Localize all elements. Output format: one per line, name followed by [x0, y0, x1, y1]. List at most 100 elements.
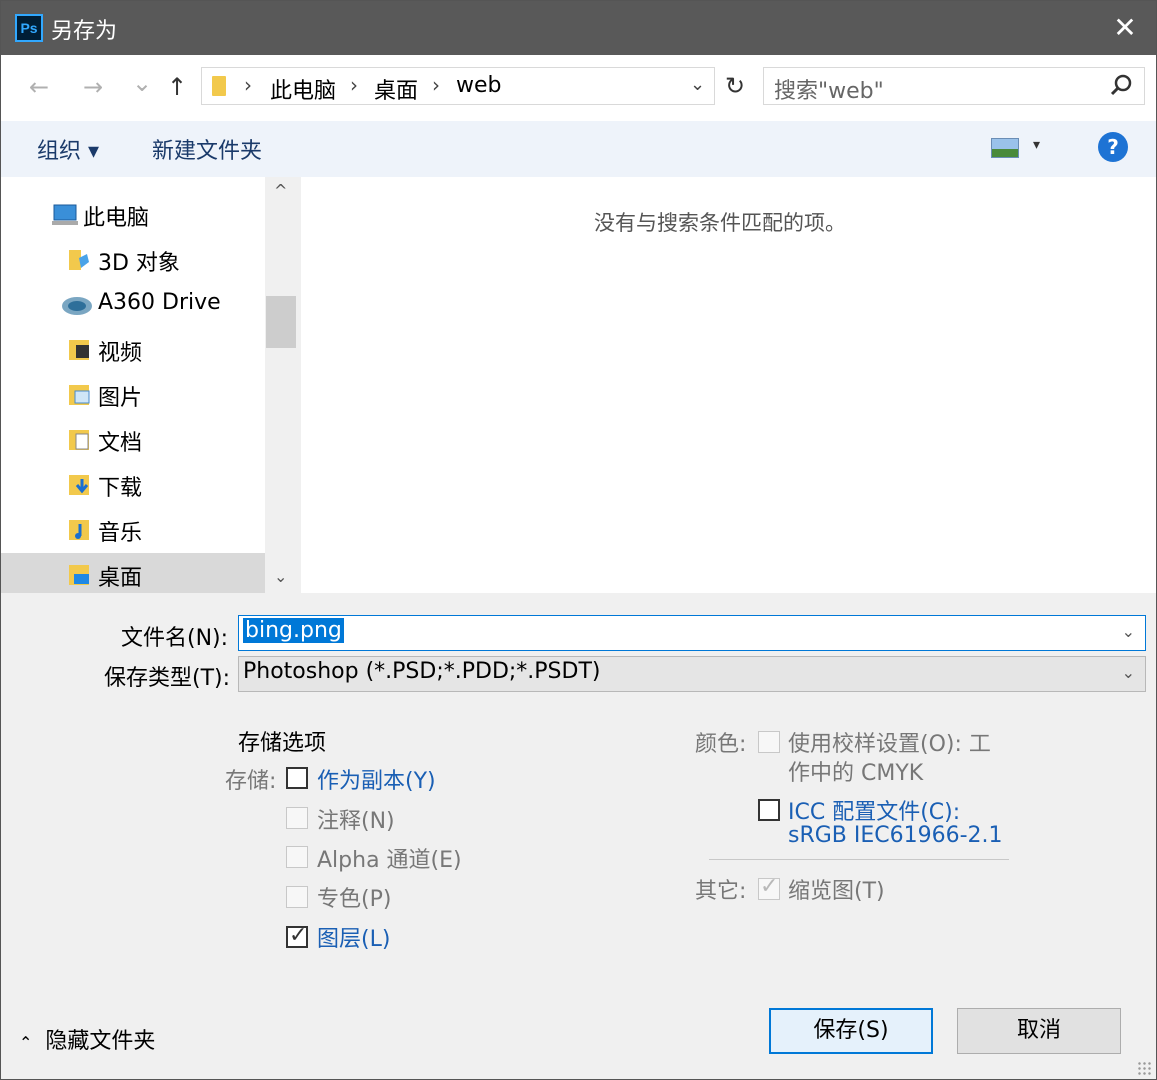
breadcrumb-this-pc[interactable]: 此电脑	[270, 73, 336, 105]
thumbnail-checkbox	[758, 874, 780, 900]
pictures-icon	[69, 385, 90, 405]
scrollbar-thumb[interactable]	[266, 296, 296, 348]
as-copy-checkbox[interactable]	[286, 767, 308, 789]
chevron-down-icon[interactable]: ⌄	[1122, 663, 1135, 682]
filename-input[interactable]: bing.png	[243, 618, 344, 643]
search-box[interactable]: 搜索"web"	[763, 67, 1145, 105]
options-divider	[709, 859, 1009, 860]
scroll-down-icon[interactable]: ⌄	[274, 567, 287, 586]
title-bar: Ps 另存为 ✕	[1, 1, 1156, 55]
tree-item-music[interactable]: 音乐	[1, 508, 265, 552]
tree-item-label: 文档	[98, 431, 143, 456]
back-arrow-icon[interactable]: ←	[29, 73, 49, 101]
resize-grip-icon[interactable]	[1137, 1061, 1153, 1077]
refresh-icon[interactable]: ↻	[716, 67, 754, 105]
layers-label[interactable]: 图层(L)	[317, 921, 390, 953]
alpha-channels-label: Alpha 通道(E)	[317, 848, 462, 873]
tree-item-pictures[interactable]: 图片	[1, 373, 265, 417]
help-icon[interactable]: ?	[1098, 132, 1128, 162]
tree-item-label: A360 Drive	[98, 290, 221, 315]
navigation-pane-scrollbar[interactable]: ^ ⌄	[265, 177, 297, 593]
music-icon	[69, 520, 89, 540]
close-button[interactable]: ✕	[1101, 1, 1149, 55]
search-icon[interactable]	[1110, 72, 1134, 106]
tree-item-3d-objects[interactable]: 3D 对象	[1, 238, 265, 282]
tree-item-label: 3D 对象	[98, 251, 180, 276]
videos-icon	[69, 340, 89, 360]
folder-icon	[212, 76, 226, 96]
filename-label: 文件名(N):	[121, 626, 229, 651]
filename-field[interactable]: bing.png ⌄	[238, 615, 1146, 651]
chevron-up-icon: ⌃	[19, 1033, 33, 1052]
tree-item-videos[interactable]: 视频	[1, 328, 265, 372]
cancel-button[interactable]: 取消	[957, 1008, 1121, 1054]
organize-menu-button[interactable]: 组织 ▾	[37, 133, 99, 165]
notes-label: 注释(N)	[317, 809, 395, 834]
save-options-header: 存储选项	[238, 731, 327, 756]
tree-item-desktop[interactable]: 桌面	[1, 553, 265, 593]
file-type-label: 保存类型(T):	[104, 666, 231, 691]
other-label: 其它:	[695, 879, 747, 904]
forward-arrow-icon[interactable]: →	[83, 73, 103, 101]
breadcrumb-separator-icon: ›	[350, 73, 358, 97]
computer-icon	[52, 204, 78, 225]
navigation-bar: ← → ⌄ ↑ › 此电脑 › 桌面 › web ⌄ ↻ 搜索"web"	[1, 55, 1156, 121]
color-label: 颜色:	[695, 732, 747, 757]
notes-checkbox	[286, 807, 308, 829]
a360-drive-icon	[62, 297, 92, 315]
tree-item-label: 视频	[98, 341, 143, 366]
alpha-channels-checkbox	[286, 846, 308, 868]
dialog-title: 另存为	[51, 19, 118, 44]
tree-item-label: 桌面	[98, 566, 143, 591]
spot-colors-checkbox	[286, 886, 308, 908]
layers-checkbox[interactable]	[286, 923, 308, 948]
icc-profile-checkbox[interactable]	[758, 799, 780, 821]
view-dropdown-icon[interactable]: ▾	[1033, 137, 1040, 153]
file-type-value: Photoshop (*.PSD;*.PDD;*.PSDT)	[243, 659, 601, 684]
navigation-pane: 此电脑 3D 对象 A360 Drive 视频 图片 文档 下载 音乐 桌面	[1, 177, 265, 593]
file-list-area[interactable]: 没有与搜索条件匹配的项。	[301, 177, 1156, 593]
thumbnail-label: 缩览图(T)	[788, 879, 885, 904]
proof-setup-checkbox	[758, 731, 780, 753]
downloads-icon	[69, 475, 89, 495]
file-type-select[interactable]: Photoshop (*.PSD;*.PDD;*.PSDT) ⌄	[238, 656, 1146, 692]
spot-colors-label: 专色(P)	[317, 887, 392, 912]
breadcrumb-desktop[interactable]: 桌面	[374, 73, 418, 105]
search-input[interactable]: 搜索"web"	[774, 73, 884, 105]
tree-item-this-pc[interactable]: 此电脑	[1, 193, 265, 237]
chevron-down-icon[interactable]: ⌄	[1122, 622, 1135, 641]
save-button[interactable]: 保存(S)	[769, 1008, 933, 1054]
3d-objects-icon	[69, 250, 89, 270]
tree-item-a360-drive[interactable]: A360 Drive	[1, 283, 265, 327]
change-view-icon[interactable]	[991, 138, 1019, 158]
proof-setup-label-line2: 作中的 CMYK	[788, 761, 924, 786]
proof-setup-label: 使用校样设置(O): 工	[788, 732, 991, 757]
documents-icon	[69, 430, 89, 450]
tree-item-label: 下载	[98, 476, 143, 501]
address-bar[interactable]: › 此电脑 › 桌面 › web ⌄	[201, 67, 715, 105]
address-dropdown-chevron-icon[interactable]: ⌄	[690, 74, 705, 95]
breadcrumb-separator-icon: ›	[432, 73, 440, 97]
save-label: 存储:	[225, 769, 277, 794]
breadcrumb-separator-icon: ›	[244, 73, 252, 97]
as-copy-label[interactable]: 作为副本(Y)	[317, 763, 436, 795]
scroll-up-icon[interactable]: ^	[274, 181, 287, 200]
icc-profile-label[interactable]: ICC 配置文件(C):	[788, 794, 960, 826]
hide-folders-label: 隐藏文件夹	[45, 1029, 156, 1054]
icc-profile-value: sRGB IEC61966-2.1	[788, 823, 1003, 848]
tree-item-label: 此电脑	[83, 206, 150, 231]
tree-item-label: 音乐	[98, 521, 143, 546]
tree-item-downloads[interactable]: 下载	[1, 463, 265, 507]
breadcrumb-web[interactable]: web	[456, 73, 502, 98]
new-folder-button[interactable]: 新建文件夹	[152, 133, 262, 165]
save-as-dialog: Ps 另存为 ✕ ← → ⌄ ↑ › 此电脑 › 桌面 › web ⌄ ↻ 搜索…	[0, 0, 1157, 1080]
photoshop-icon: Ps	[15, 14, 43, 42]
hide-folders-toggle[interactable]: ⌃ 隐藏文件夹	[19, 1023, 155, 1055]
empty-results-message: 没有与搜索条件匹配的项。	[594, 211, 846, 235]
up-arrow-icon[interactable]: ↑	[167, 73, 187, 101]
tree-item-documents[interactable]: 文档	[1, 418, 265, 462]
tree-item-label: 图片	[98, 386, 143, 411]
recent-locations-chevron-icon[interactable]: ⌄	[132, 69, 152, 97]
command-toolbar: 组织 ▾ 新建文件夹 ▾	[1, 121, 1156, 177]
desktop-icon	[69, 565, 89, 585]
